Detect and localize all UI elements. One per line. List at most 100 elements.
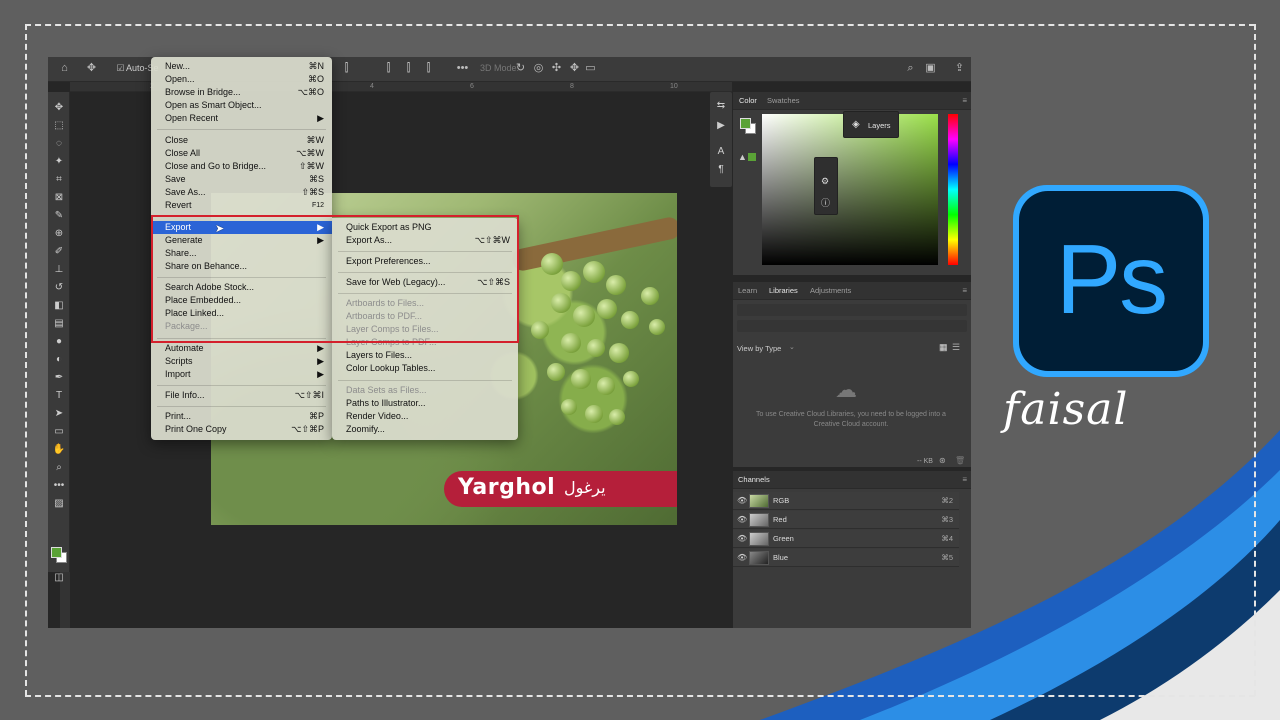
menu-item-open[interactable]: Open... ⌘O	[151, 73, 332, 86]
more-icon[interactable]: •••	[456, 62, 469, 75]
character-icon[interactable]: A	[713, 144, 729, 160]
marquee-tool-icon[interactable]: ⬚	[51, 118, 67, 134]
info-icon[interactable]: ⓘ	[821, 196, 830, 209]
edit-toolbar-icon[interactable]: ▨	[51, 496, 67, 512]
color-foreground-swatch[interactable]	[740, 118, 751, 129]
eraser-tool-icon[interactable]: ◧	[51, 298, 67, 314]
stamp-tool-icon[interactable]: ⊥	[51, 262, 67, 278]
menu-item-close[interactable]: Close ⌘W	[151, 134, 332, 147]
search-icon[interactable]: ⌕	[904, 62, 917, 75]
channel-row-rgb[interactable]: 👁 RGB ⌘2	[733, 492, 959, 510]
healing-brush-icon[interactable]: ⊕	[51, 226, 67, 242]
shape-tool-icon[interactable]: ▭	[51, 424, 67, 440]
more-tools-icon[interactable]: •••	[51, 478, 67, 494]
3d-pan-icon[interactable]: ✣	[550, 62, 563, 75]
tab-libraries[interactable]: Libraries	[769, 286, 798, 295]
channel-row-blue[interactable]: 👁 Blue ⌘5	[733, 549, 959, 567]
channel-row-green[interactable]: 👁 Green ⌘4	[733, 530, 959, 548]
paragraph-icon[interactable]: ¶	[713, 162, 729, 178]
3d-camera-icon[interactable]: ▭	[584, 62, 597, 75]
eye-icon[interactable]: 👁	[737, 534, 747, 543]
3d-rotate-icon[interactable]: ↻	[514, 62, 527, 75]
panel-menu-icon[interactable]: ≡	[962, 286, 967, 295]
align-right-icon[interactable]: ⫿	[402, 62, 415, 75]
panel-menu-icon[interactable]: ≡	[962, 475, 967, 484]
align-center-icon[interactable]: ⫿	[382, 62, 395, 75]
dodge-tool-icon[interactable]: ◐	[51, 352, 67, 368]
menu-item-print-one-copy[interactable]: Print One Copy ⌥⇧⌘P	[151, 423, 332, 436]
lasso-tool-icon[interactable]: ◌	[51, 136, 67, 152]
home-icon[interactable]: ⌂	[58, 62, 71, 75]
align-left-icon[interactable]: ⫿	[340, 62, 353, 75]
menu-item-close-all[interactable]: Close All ⌥⌘W	[151, 147, 332, 160]
play-actions-icon[interactable]: ▶	[713, 118, 729, 134]
menu-item-new[interactable]: New... ⌘N	[151, 60, 332, 73]
tab-swatches[interactable]: Swatches	[767, 96, 800, 105]
tab-color[interactable]: Color	[739, 96, 757, 105]
menu-item-revert[interactable]: Revert F12	[151, 199, 332, 212]
menu-item-save[interactable]: Save ⌘S	[151, 173, 332, 186]
menu-item-close-go-bridge[interactable]: Close and Go to Bridge... ⇧⌘W	[151, 160, 332, 173]
share-icon[interactable]: ⇪	[953, 62, 966, 75]
eye-icon[interactable]: 👁	[737, 515, 747, 524]
zoom-tool-icon[interactable]: ⌕	[51, 460, 67, 476]
eye-icon[interactable]: 👁	[737, 496, 747, 505]
properties-icon[interactable]: ⚙	[821, 176, 829, 187]
3d-roll-icon[interactable]: ◎	[532, 62, 545, 75]
type-tool-icon[interactable]: T	[51, 388, 67, 404]
menu-item-save-as[interactable]: Save As... ⇧⌘S	[151, 186, 332, 199]
grid-view-icon[interactable]: ▦	[939, 342, 948, 353]
library-search-input[interactable]	[737, 304, 967, 316]
eyedropper-icon[interactable]: ✎	[51, 208, 67, 224]
channels-title[interactable]: Channels	[738, 475, 770, 484]
eye-icon[interactable]: 👁	[737, 553, 747, 562]
tab-adjustments[interactable]: Adjustments	[810, 286, 851, 295]
menu-item-file-info[interactable]: File Info... ⌥⇧⌘I	[151, 389, 332, 402]
menu-item-automate[interactable]: Automate ▶	[151, 342, 332, 355]
blur-tool-icon[interactable]: ●	[51, 334, 67, 350]
move-tool-icon[interactable]: ✥	[51, 100, 67, 116]
tab-learn[interactable]: Learn	[738, 286, 757, 295]
menu-item-print[interactable]: Print... ⌘P	[151, 410, 332, 423]
menu-item-browse-bridge[interactable]: Browse in Bridge... ⌥⌘O	[151, 86, 332, 99]
menu-item-label: Browse in Bridge...	[165, 87, 241, 97]
menu-item-layers-to-files[interactable]: Layers to Files...	[332, 349, 518, 362]
hand-tool-icon[interactable]: ✋	[51, 442, 67, 458]
path-selection-icon[interactable]: ➤	[51, 406, 67, 422]
quick-mask-icon[interactable]: ◫	[51, 570, 67, 586]
menu-item-scripts[interactable]: Scripts ▶	[151, 355, 332, 368]
distribute-icon[interactable]: ⫿	[422, 62, 435, 75]
foreground-color-swatch[interactable]	[51, 547, 62, 558]
menu-item-zoomify[interactable]: Zoomify...	[332, 423, 518, 436]
3d-slide-icon[interactable]: ✥	[568, 62, 581, 75]
library-select[interactable]	[737, 320, 967, 332]
panel-menu-icon[interactable]: ≡	[962, 96, 967, 105]
history-icon[interactable]: ⇆	[713, 98, 729, 114]
menu-item-import[interactable]: Import ▶	[151, 368, 332, 381]
chevron-down-icon[interactable]: ⌄	[789, 343, 795, 351]
gradient-tool-icon[interactable]: ▤	[51, 316, 67, 332]
menu-item-render-video[interactable]: Render Video...	[332, 410, 518, 423]
magic-wand-icon[interactable]: ✦	[51, 154, 67, 170]
layers-float-panel[interactable]: ◈ Layers	[843, 111, 899, 138]
list-view-icon[interactable]: ☰	[952, 342, 960, 353]
pen-tool-icon[interactable]: ✒	[51, 370, 67, 386]
menu-item-open-recent[interactable]: Open Recent ▶	[151, 112, 332, 125]
workspace-icon[interactable]: ▣	[924, 62, 937, 75]
brush-tool-icon[interactable]: ✐	[51, 244, 67, 260]
hue-slider[interactable]	[948, 114, 958, 265]
dashed-border-right	[1254, 24, 1256, 696]
menu-item-color-lookup[interactable]: Color Lookup Tables...	[332, 362, 518, 375]
layers-float-label[interactable]: Layers	[868, 121, 891, 130]
web-safe-swatch[interactable]	[748, 153, 756, 161]
menu-item-open-smart-object[interactable]: Open as Smart Object...	[151, 99, 332, 112]
cloud-sync-icon[interactable]: ⊛	[939, 456, 946, 465]
move-tool-icon[interactable]: ✥	[85, 62, 98, 75]
view-by-type[interactable]: View by Type	[737, 344, 781, 353]
crop-tool-icon[interactable]: ⌗	[51, 172, 67, 188]
history-brush-icon[interactable]: ↺	[51, 280, 67, 296]
trash-icon[interactable]: 🗑	[955, 456, 965, 465]
channel-row-red[interactable]: 👁 Red ⌘3	[733, 511, 959, 529]
menu-item-paths-illustrator[interactable]: Paths to Illustrator...	[332, 397, 518, 410]
frame-tool-icon[interactable]: ⊠	[51, 190, 67, 206]
